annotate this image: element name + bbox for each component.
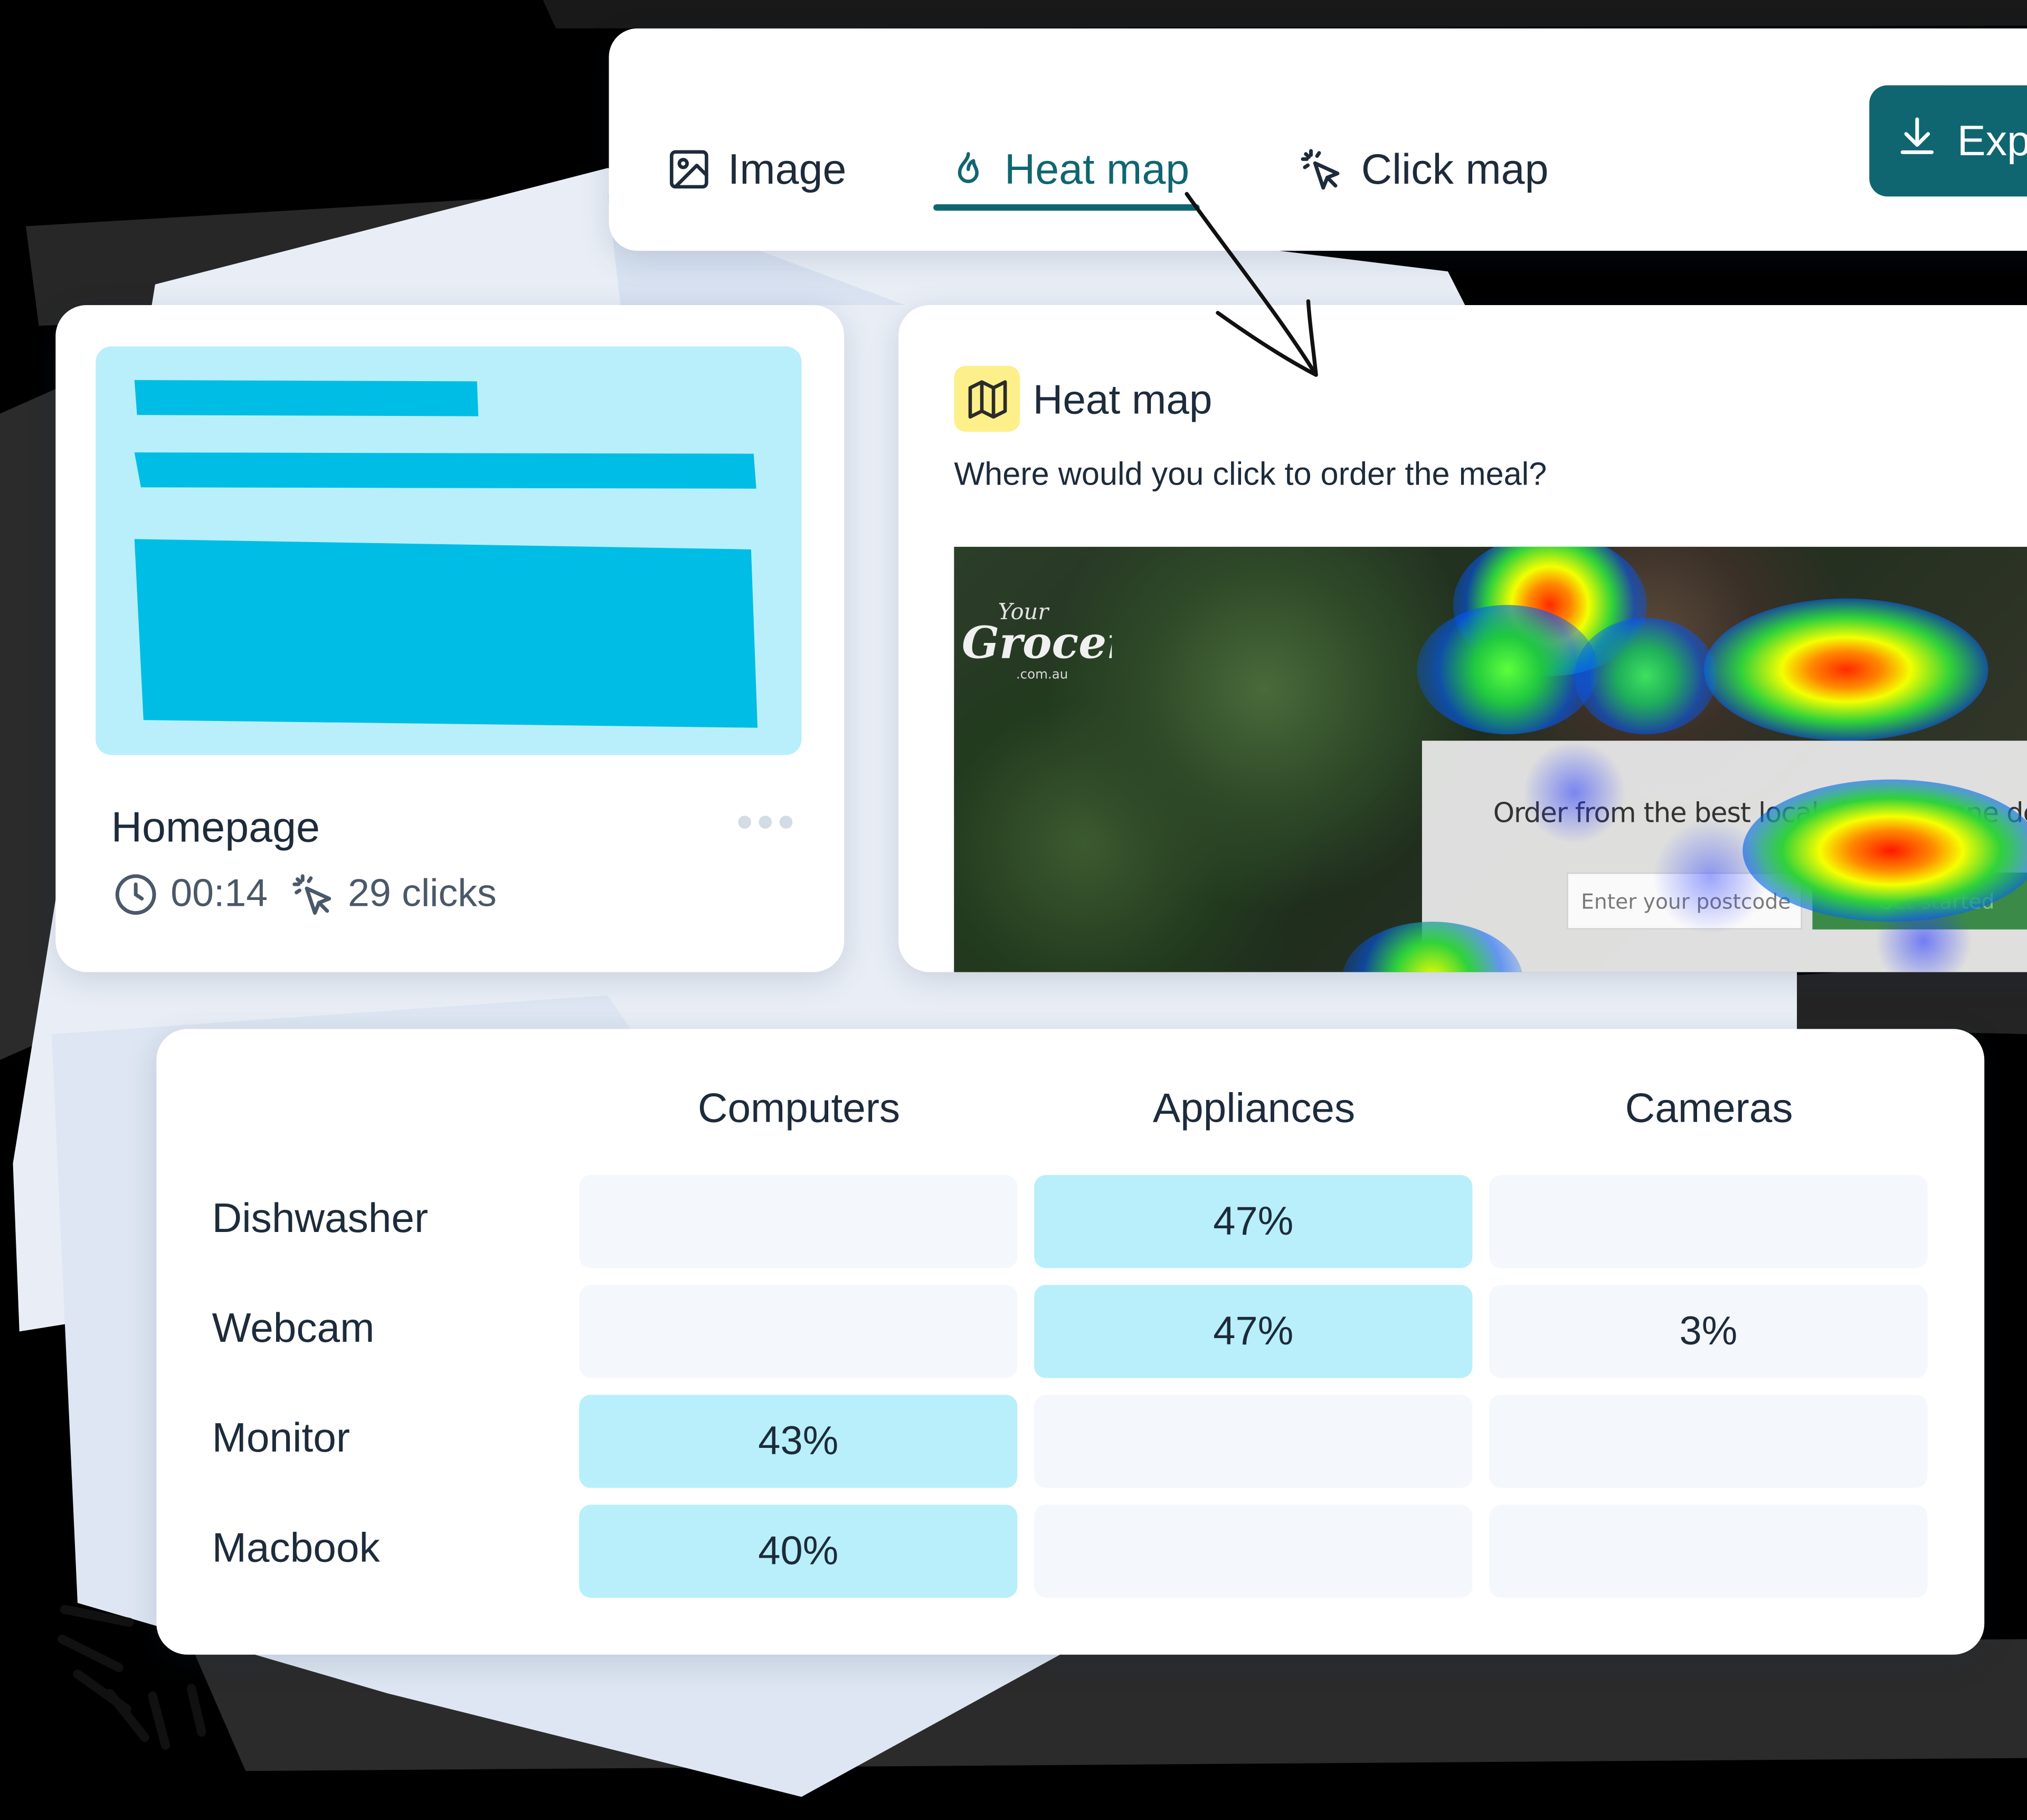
table-cell xyxy=(1489,1175,1928,1268)
table-cell xyxy=(1034,1395,1473,1488)
row-header: Macbook xyxy=(212,1524,380,1571)
table-cell xyxy=(579,1175,1018,1268)
table-cell xyxy=(579,1285,1018,1378)
table-cell: 40% xyxy=(579,1504,1018,1598)
table-cell xyxy=(1034,1504,1473,1598)
table-cell xyxy=(1489,1395,1928,1488)
row-header: Dishwasher xyxy=(212,1194,429,1241)
table-cell: 3% xyxy=(1489,1285,1928,1378)
scene: Image Heat map Click map Exp Homepage 00… xyxy=(0,0,2027,1820)
table-cell: 43% xyxy=(579,1395,1018,1488)
table-cell: 47% xyxy=(1034,1285,1473,1378)
table-cell: 47% xyxy=(1034,1175,1473,1268)
column-header: Cameras xyxy=(1625,1084,1793,1131)
matrix-results-table: Computers Appliances Cameras Dishwasher … xyxy=(156,1029,1985,1655)
column-header: Appliances xyxy=(1152,1084,1356,1131)
row-header: Webcam xyxy=(212,1304,375,1351)
row-header: Monitor xyxy=(212,1414,350,1461)
column-header: Computers xyxy=(697,1084,901,1131)
table-cell xyxy=(1489,1504,1928,1598)
